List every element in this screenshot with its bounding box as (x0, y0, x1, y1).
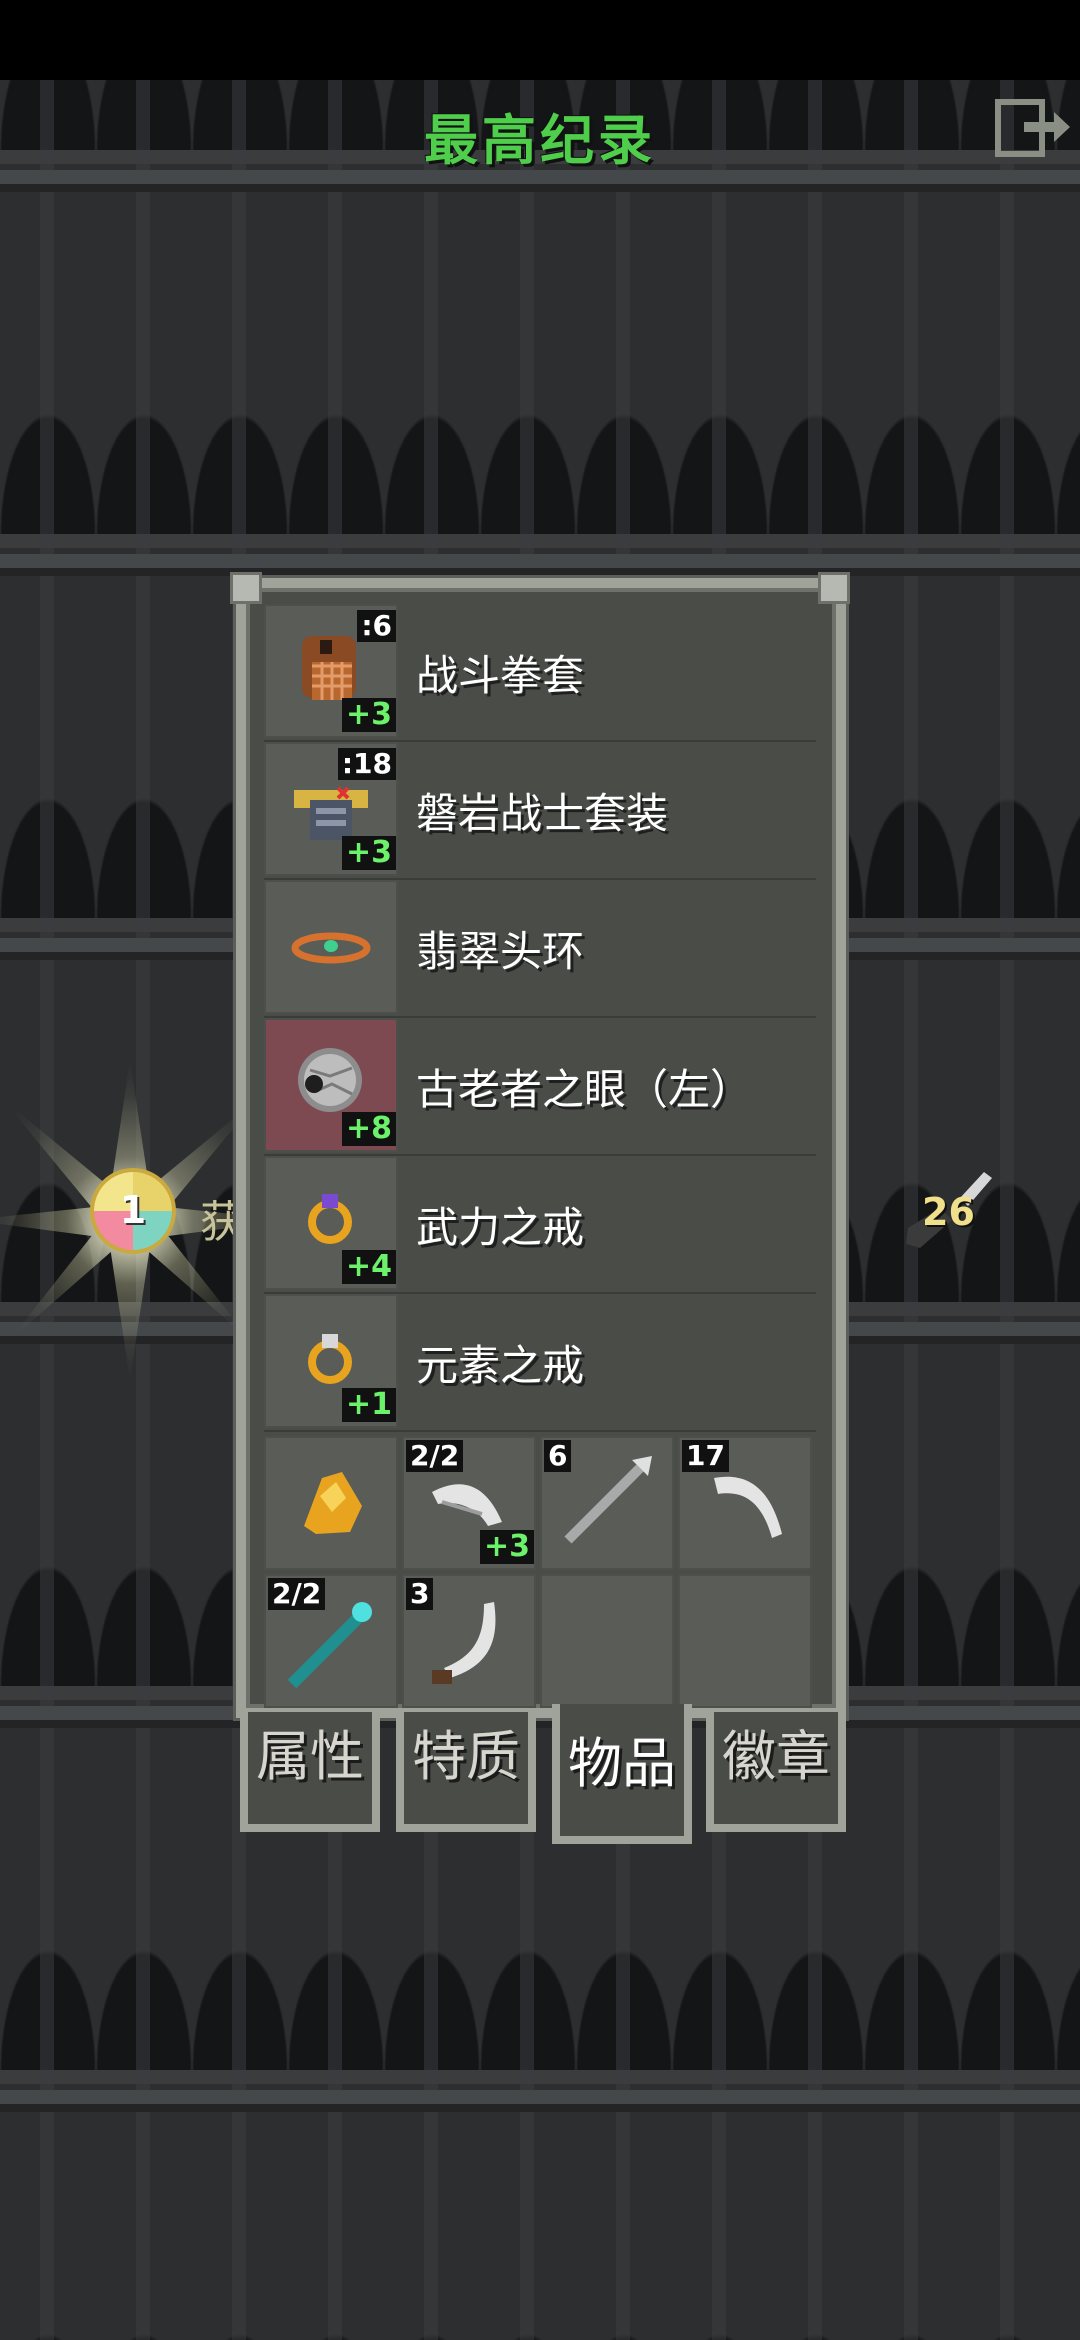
item-name: 磐岩战士套装 (416, 789, 669, 838)
panel-corner (818, 572, 850, 604)
grid-cell-empty[interactable] (540, 1574, 674, 1708)
tab-talents[interactable]: 特质 (396, 1712, 536, 1832)
grid-quantity: 2/2 (406, 1440, 464, 1472)
list-item[interactable]: 翡翠头环 (264, 880, 816, 1018)
grid-cell[interactable]: 2/2 (264, 1574, 398, 1708)
tab-badges[interactable]: 徽章 (706, 1712, 846, 1832)
item-slot[interactable]: :18 +3 (264, 742, 398, 876)
grid-cell[interactable]: 3 (402, 1574, 536, 1708)
item-slot[interactable]: :6 +3 (264, 604, 398, 738)
page-title: 最高纪录 (424, 109, 656, 172)
item-quantity: :6 (357, 610, 396, 642)
panel-corner (230, 572, 262, 604)
grid-cell[interactable]: 17 (678, 1436, 812, 1570)
grid-quantity: 3 (406, 1578, 434, 1610)
item-quantity: :18 (337, 748, 396, 780)
item-level: +3 (341, 836, 396, 870)
item-slot[interactable]: +1 (264, 1294, 398, 1428)
score-badge[interactable]: 1 (90, 1168, 176, 1254)
grid-quantity: 17 (682, 1440, 729, 1472)
tab-items[interactable]: 物品 (552, 1704, 692, 1844)
item-name: 武力之戒 (416, 1203, 585, 1252)
item-level: +3 (341, 698, 396, 732)
score-value: 1 (119, 1188, 147, 1232)
list-item[interactable]: +1 元素之戒 (264, 1294, 816, 1432)
list-item[interactable]: +8 古老者之眼（左） (264, 1018, 816, 1156)
item-level: +1 (341, 1388, 396, 1422)
grid-cell[interactable]: 6 (540, 1436, 674, 1570)
grid-quantity: 6 (544, 1440, 572, 1472)
grid-cell[interactable]: 2/2 +3 (402, 1436, 536, 1570)
gold-pile-icon (304, 1472, 362, 1534)
exit-button[interactable] (994, 98, 1072, 158)
item-slot[interactable]: +8 (264, 1018, 398, 1152)
top-status-bar (0, 0, 1080, 82)
grid-level: +3 (479, 1530, 534, 1564)
list-item[interactable]: +4 武力之戒 (264, 1156, 816, 1294)
right-item-qty: 26 (922, 1190, 975, 1234)
item-name: 翡翠头环 (416, 927, 585, 976)
right-item-icon[interactable]: 26 (900, 1168, 1000, 1258)
item-list: :6 +3 战斗拳套 :18 +3 磐岩战士套装 翡翠头环 +8 古老者之眼（左… (264, 604, 816, 1432)
grid-cell-empty[interactable] (678, 1574, 812, 1708)
exit-icon (995, 99, 1070, 157)
item-name: 古老者之眼（左） (416, 1065, 753, 1114)
item-slot[interactable]: +4 (264, 1156, 398, 1290)
list-item[interactable]: :18 +3 磐岩战士套装 (264, 742, 816, 880)
item-name: 战斗拳套 (416, 651, 585, 700)
item-level: +8 (341, 1112, 396, 1146)
item-name: 元素之戒 (416, 1341, 585, 1390)
grid-quantity: 2/2 (268, 1578, 326, 1610)
circlet-icon (291, 932, 371, 964)
grid-cell[interactable] (264, 1436, 398, 1570)
list-item[interactable]: :6 +3 战斗拳套 (264, 604, 816, 742)
item-level: +4 (341, 1250, 396, 1284)
item-slot[interactable] (264, 880, 398, 1014)
tab-attributes[interactable]: 属性 (240, 1712, 380, 1832)
